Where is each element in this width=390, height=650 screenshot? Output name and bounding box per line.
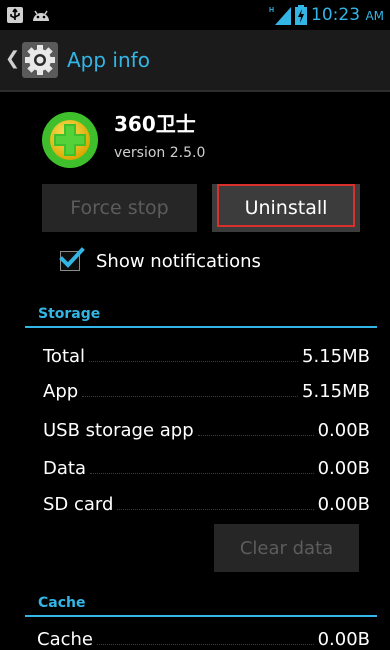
show-notifications-label: Show notifications — [96, 250, 261, 272]
svg-text:H: H — [269, 7, 274, 14]
row-divider — [89, 360, 299, 362]
storage-row-app: App 5.15MB — [43, 372, 370, 402]
app-name: 360卫士 — [114, 112, 196, 136]
storage-row-sd-card: SD card 0.00B — [43, 485, 370, 515]
action-bar: ❮ App info — [0, 30, 390, 92]
row-divider — [82, 395, 299, 397]
android-icon — [33, 10, 49, 21]
checkmark-icon — [59, 247, 85, 268]
storage-section-header: Storage — [25, 304, 377, 328]
storage-row-label: USB storage app — [43, 420, 194, 441]
storage-row-usb: USB storage app 0.00B — [43, 411, 370, 441]
show-notifications-row[interactable]: Show notifications — [59, 247, 261, 275]
clear-data-button[interactable]: Clear data — [214, 524, 359, 572]
storage-row-label: Total — [43, 346, 86, 367]
storage-row-label: App — [43, 381, 79, 402]
app-icon — [42, 112, 98, 168]
row-divider — [117, 508, 314, 510]
storage-row-total: Total 5.15MB — [43, 337, 370, 367]
force-stop-label: Force stop — [70, 197, 169, 219]
storage-row-label: SD card — [43, 494, 114, 515]
status-bar: H 10:23 AM — [0, 0, 390, 30]
status-time: 10:23 AM — [311, 5, 384, 25]
uninstall-highlight — [217, 184, 355, 227]
app-version: version 2.5.0 — [114, 145, 206, 161]
page-title: App info — [67, 48, 150, 72]
storage-row-value: 5.15MB — [302, 381, 370, 402]
usb-icon — [7, 7, 23, 23]
cache-header-label: Cache — [38, 595, 86, 611]
up-caret-icon[interactable]: ❮ — [5, 48, 20, 70]
clear-data-label: Clear data — [239, 537, 334, 559]
signal-icon: H — [269, 7, 292, 25]
row-divider — [89, 472, 314, 474]
storage-row-value: 0.00B — [317, 458, 370, 479]
status-bar-left — [6, 4, 52, 26]
battery-icon — [295, 5, 308, 25]
row-divider — [96, 643, 314, 645]
force-stop-button[interactable]: Force stop — [42, 184, 197, 232]
storage-header-label: Storage — [38, 306, 101, 322]
show-notifications-checkbox[interactable] — [59, 247, 85, 271]
row-divider — [197, 434, 314, 436]
cache-section-header: Cache — [25, 593, 377, 617]
storage-row-value: 0.00B — [317, 494, 370, 515]
storage-row-label: Data — [43, 458, 86, 479]
storage-row-value: 0.00B — [317, 420, 370, 441]
storage-row-value: 5.15MB — [302, 346, 370, 367]
cache-row: Cache 0.00B — [37, 620, 370, 650]
settings-gear-icon[interactable] — [22, 42, 58, 78]
uninstall-button[interactable]: Uninstall — [212, 184, 360, 232]
status-bar-right: H 10:23 AM — [269, 3, 384, 27]
storage-row-data: Data 0.00B — [43, 449, 370, 479]
